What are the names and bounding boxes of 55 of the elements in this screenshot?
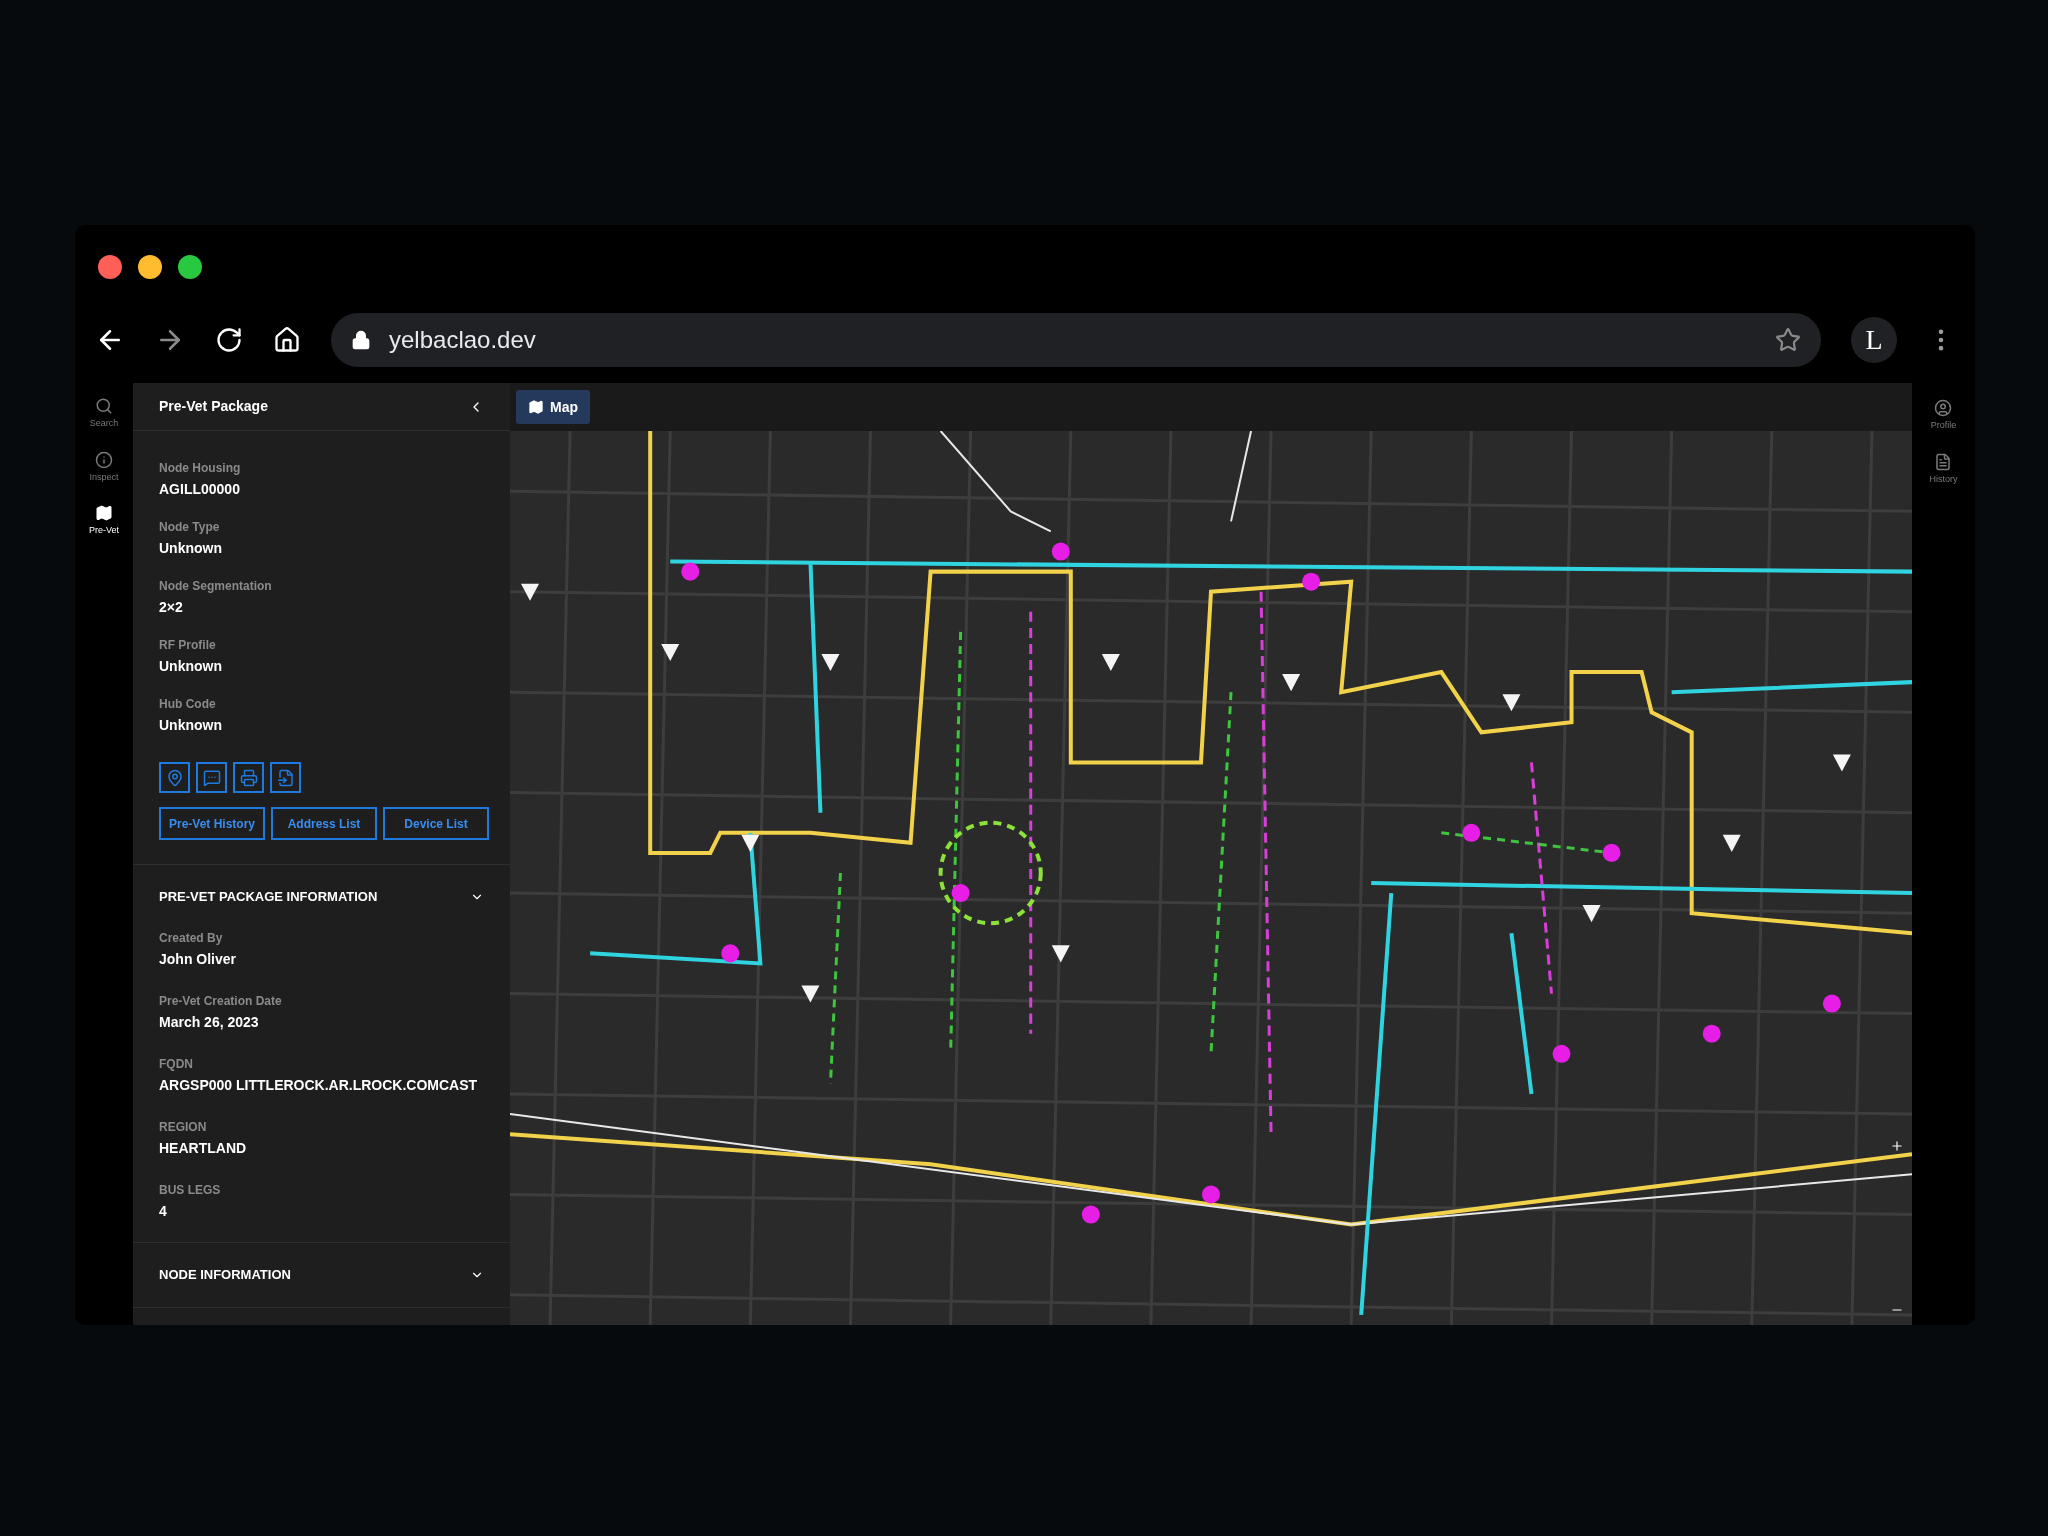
field-value: March 26, 2023 xyxy=(159,1013,260,1032)
panel-title: Pre-Vet Package xyxy=(159,397,268,416)
chat-button[interactable] xyxy=(196,762,227,793)
field-value: Unknown xyxy=(159,539,223,558)
field-value: Unknown xyxy=(159,657,223,676)
field-value: Unknown xyxy=(159,716,223,735)
field-value: John Oliver xyxy=(159,950,238,969)
action-button[interactable]: Device List xyxy=(383,807,489,840)
url-text: yelbaclao.dev xyxy=(389,325,536,355)
document-icon xyxy=(1934,452,1953,471)
export-button[interactable] xyxy=(270,762,301,793)
map-pin-icon xyxy=(165,768,184,787)
field-label: Pre-Vet Creation Date xyxy=(159,993,283,1010)
rail-item[interactable]: Profile xyxy=(1930,399,1957,433)
print-button[interactable] xyxy=(233,762,264,793)
zoom-in-button[interactable] xyxy=(1890,1139,1904,1153)
rail-item[interactable]: Search xyxy=(89,397,119,431)
search-icon xyxy=(95,397,113,415)
field-value: ARGSP000 LITTLEROCK.AR.LROCK.COMCAST xyxy=(159,1076,479,1095)
lock-icon xyxy=(351,330,371,350)
field-label: Node Housing xyxy=(159,460,242,477)
field-label: RF Profile xyxy=(159,637,217,654)
address-bar[interactable]: yelbaclao.dev xyxy=(331,313,1821,367)
field-label: FQDN xyxy=(159,1056,194,1073)
bookmark-star-icon[interactable] xyxy=(1775,327,1801,353)
field-label: BUS LEGS xyxy=(159,1182,222,1199)
home-button[interactable] xyxy=(273,326,301,354)
field-label: Node Segmentation xyxy=(159,578,273,595)
rail-item[interactable]: Inspect xyxy=(89,450,119,484)
printer-icon xyxy=(239,768,258,787)
field-label: Node Type xyxy=(159,519,221,536)
reload-button[interactable] xyxy=(215,326,243,354)
field-value: AGILL00000 xyxy=(159,480,241,499)
field-value: HEARTLAND xyxy=(159,1139,248,1158)
rail-item[interactable]: History xyxy=(1929,452,1958,486)
chat-bubble-icon xyxy=(202,768,221,787)
map-drawing[interactable] xyxy=(510,431,1912,1325)
field-label: Created By xyxy=(159,930,224,947)
profile-button[interactable]: L xyxy=(1851,317,1897,363)
map-icon xyxy=(528,399,544,415)
document-arrow-icon xyxy=(276,768,295,787)
field-label: REGION xyxy=(159,1119,208,1136)
action-button[interactable]: Pre-Vet History xyxy=(159,807,265,840)
field-value: 4 xyxy=(159,1202,168,1221)
rail-item[interactable]: Pre-Vet xyxy=(89,504,119,538)
field-label: Hub Code xyxy=(159,696,217,713)
action-button[interactable]: Address List xyxy=(271,807,377,840)
info-icon xyxy=(95,450,113,469)
field-value: 2×2 xyxy=(159,598,184,617)
section-header[interactable]: NODE INFORMATION xyxy=(133,1243,510,1307)
section-header[interactable]: PRE-VET PACKAGE INFORMATION xyxy=(133,865,510,929)
user-icon xyxy=(1934,399,1953,417)
map-tab[interactable]: Map xyxy=(516,390,590,424)
pin-button[interactable] xyxy=(159,762,190,793)
map-icon xyxy=(95,504,113,522)
